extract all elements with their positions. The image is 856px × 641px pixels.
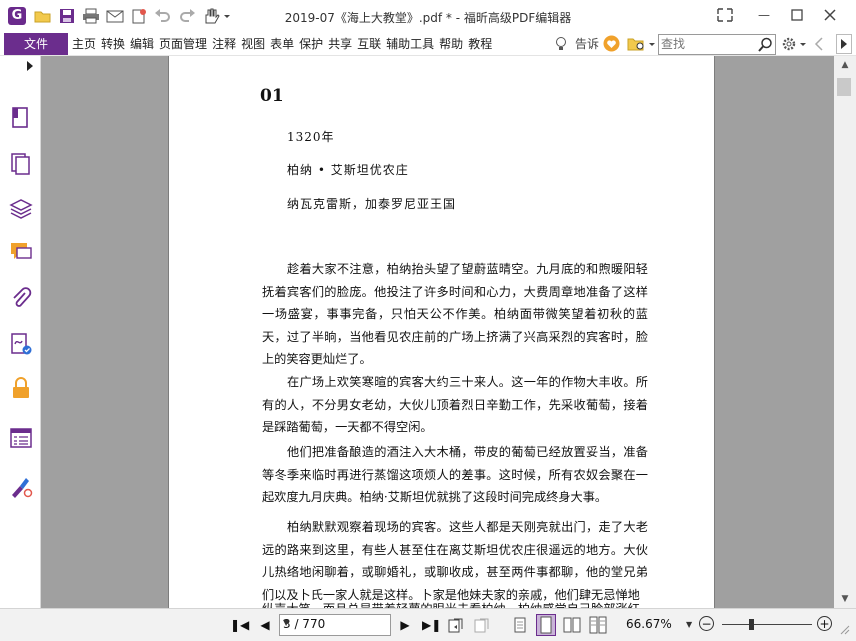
tab-form[interactable]: 表单 (268, 33, 296, 55)
next-view-icon[interactable] (474, 616, 490, 634)
tab-share[interactable]: 共享 (326, 33, 354, 55)
single-page-icon[interactable] (512, 616, 528, 634)
undo-icon[interactable] (154, 8, 172, 24)
heart-icon[interactable] (603, 35, 620, 52)
paragraph: 柏纳默默观察着现场的宾客。这些人都是天刚亮就出门，走了大老远的路来到这里，有些人… (262, 520, 648, 602)
resize-grip-icon[interactable] (838, 623, 850, 635)
layers-stack-icon[interactable] (9, 152, 33, 176)
chapter-region: 纳瓦克雷斯，加泰罗尼亚王国 (287, 197, 457, 211)
lightbulb-icon[interactable] (554, 36, 568, 52)
tab-view[interactable]: 视图 (239, 33, 267, 55)
layers-icon[interactable] (9, 196, 33, 220)
chevron-left-icon[interactable] (814, 37, 824, 51)
tab-page-management[interactable]: 页面管理 (157, 33, 209, 55)
certify-icon[interactable] (9, 474, 33, 498)
tab-comment[interactable]: 注释 (210, 33, 238, 55)
search-box[interactable] (658, 34, 776, 55)
next-page-icon[interactable]: ▶ (397, 617, 413, 633)
scroll-down-arrow-icon[interactable]: ▼ (838, 592, 852, 606)
hand-tool-icon[interactable] (202, 8, 230, 24)
tab-connect[interactable]: 互联 (355, 33, 383, 55)
tab-protect[interactable]: 保护 (297, 33, 325, 55)
chevron-right-icon[interactable] (836, 34, 852, 54)
close-button[interactable] (822, 7, 838, 23)
status-bar: ❚◀ ◀ 3 / 770 ▼ ▶ ▶❚ 66.67% ▼ − + (0, 608, 856, 641)
search-icon[interactable] (757, 36, 774, 53)
email-icon[interactable] (106, 8, 124, 24)
document-view[interactable]: 01 1320年 柏纳 • 艾斯坦优农庄 纳瓦克雷斯，加泰罗尼亚王国 趁着大家不… (41, 56, 834, 608)
file-tab[interactable]: 文件 (4, 33, 68, 55)
attachment-icon[interactable] (9, 286, 33, 310)
comments-icon[interactable] (9, 240, 33, 264)
chapter-number: 01 (260, 86, 284, 106)
paragraph: 他们把准备酿造的酒注入大木桶，带皮的葡萄已经放置妥当，准备等冬季来临时再进行蒸馏… (262, 445, 648, 504)
save-icon[interactable] (58, 8, 76, 24)
continuous-facing-icon[interactable] (589, 616, 607, 634)
zoom-dropdown-icon[interactable]: ▼ (686, 620, 692, 629)
tab-edit[interactable]: 编辑 (128, 33, 156, 55)
signature-icon[interactable] (9, 332, 33, 356)
first-page-icon[interactable]: ❚◀ (230, 617, 249, 633)
menu-bar: 文件 主页 转换 编辑 页面管理 注释 视图 表单 保护 共享 互联 辅助工具 … (0, 33, 856, 56)
zoom-in-button[interactable]: + (817, 616, 832, 631)
tab-home[interactable]: 主页 (70, 33, 98, 55)
last-page-icon[interactable]: ▶❚ (422, 617, 441, 633)
restore-button[interactable] (788, 8, 806, 22)
search-folder-icon[interactable] (627, 36, 655, 52)
pages-icon[interactable] (9, 106, 33, 130)
minimize-button[interactable]: — (754, 6, 774, 24)
vertical-scrollbar[interactable]: ▲ ▼ (834, 56, 856, 608)
chapter-location: 柏纳 • 艾斯坦优农庄 (287, 163, 409, 177)
new-icon[interactable] (130, 8, 148, 24)
chapter-year: 1320年 (287, 130, 335, 144)
continuous-page-icon[interactable] (536, 614, 556, 636)
scroll-thumb[interactable] (837, 78, 851, 96)
form-fields-icon[interactable] (9, 426, 33, 450)
tab-convert[interactable]: 转换 (99, 33, 127, 55)
app-logo[interactable]: G (8, 7, 26, 25)
tell-me-label[interactable]: 告诉 (575, 35, 599, 53)
paragraph: 纵声大笑，而且总是带着轻蔑的眼光去看柏纳。柏纳感觉自己脸部涨红 (262, 598, 648, 608)
scroll-up-arrow-icon[interactable]: ▲ (838, 58, 852, 72)
print-icon[interactable] (82, 8, 100, 24)
previous-page-icon[interactable]: ◀ (257, 617, 273, 633)
redo-icon[interactable] (178, 8, 196, 24)
expand-panel-icon[interactable] (25, 60, 35, 72)
settings-gear-icon[interactable] (781, 35, 807, 53)
zoom-slider-thumb[interactable] (749, 619, 754, 630)
page-dropdown-icon[interactable]: ▼ (283, 618, 387, 627)
previous-view-icon[interactable] (448, 616, 464, 634)
open-folder-icon[interactable] (34, 8, 52, 24)
fullscreen-icon[interactable] (716, 7, 734, 23)
zoom-out-button[interactable]: − (699, 616, 714, 631)
zoom-level[interactable]: 66.67% (626, 617, 672, 631)
lock-icon[interactable] (9, 376, 33, 400)
zoom-slider-track[interactable] (722, 624, 812, 625)
tab-accessibility-tools[interactable]: 辅助工具 (384, 33, 436, 55)
paragraph: 在广场上欢笑寒暄的宾客大约三十来人。这一年的作物大丰收。所有的人，不分男女老幼，… (262, 375, 648, 434)
search-input[interactable] (661, 36, 753, 51)
tab-help[interactable]: 帮助 (437, 33, 465, 55)
pdf-page[interactable]: 01 1320年 柏纳 • 艾斯坦优农庄 纳瓦克雷斯，加泰罗尼亚王国 趁着大家不… (168, 56, 715, 608)
paragraph: 趁着大家不注意，柏纳抬头望了望蔚蓝晴空。九月底的和煦暖阳轻抚着宾客们的脸庞。他投… (262, 262, 648, 366)
menu-tabs: 主页 转换 编辑 页面管理 注释 视图 表单 保护 共享 互联 辅助工具 帮助 … (70, 33, 495, 55)
facing-pages-icon[interactable] (563, 616, 581, 634)
navigation-panel (0, 56, 41, 640)
tab-tutorial[interactable]: 教程 (466, 33, 494, 55)
title-bar: G 2019-07《海上大教堂》.pdf * - 福昕高级PDF编辑器 — (0, 0, 856, 33)
page-number-input[interactable]: 3 / 770 ▼ (279, 614, 391, 636)
